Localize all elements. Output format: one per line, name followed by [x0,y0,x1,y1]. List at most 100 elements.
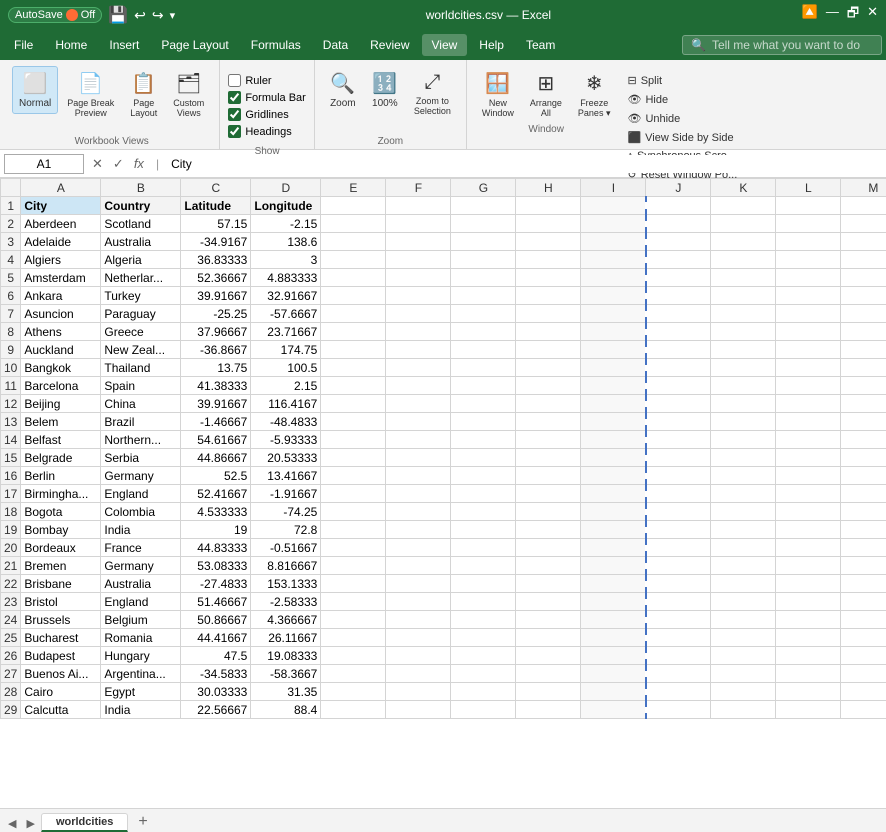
cell-E29[interactable] [321,701,386,719]
cell-J26[interactable] [646,647,711,665]
redo-icon[interactable]: ↪ [152,7,164,24]
cell-E23[interactable] [321,593,386,611]
cell-K18[interactable] [711,503,776,521]
cell-E10[interactable] [321,359,386,377]
cell-F22[interactable] [386,575,451,593]
cell-M16[interactable] [841,467,886,485]
cell-F17[interactable] [386,485,451,503]
cell-I27[interactable] [581,665,646,683]
ribbon-btn-zoom-selection[interactable]: ⤢ Zoom to Selection [407,66,458,121]
cell-G8[interactable] [451,323,516,341]
cell-E24[interactable] [321,611,386,629]
cell-longitude[interactable]: 19.08333 [251,647,321,665]
cell-latitude[interactable]: 44.83333 [181,539,251,557]
formula-input[interactable] [167,155,882,173]
col-header-F[interactable]: F [386,179,451,197]
cell-L3[interactable] [776,233,841,251]
row-number[interactable]: 21 [1,557,21,575]
cell-city[interactable]: Ankara [21,287,101,305]
cell-J20[interactable] [646,539,711,557]
cell-I18[interactable] [581,503,646,521]
row-number[interactable]: 5 [1,269,21,287]
cell-latitude[interactable]: 44.86667 [181,449,251,467]
cell-H2[interactable] [516,215,581,233]
cell-M15[interactable] [841,449,886,467]
cell-M3[interactable] [841,233,886,251]
cell-L6[interactable] [776,287,841,305]
cell-L1[interactable] [776,197,841,215]
cell-L25[interactable] [776,629,841,647]
cell-country[interactable]: Romania [101,629,181,647]
sheet-tab-worldcities[interactable]: worldcities [41,813,128,832]
cell-J16[interactable] [646,467,711,485]
row-number[interactable]: 17 [1,485,21,503]
cell-G24[interactable] [451,611,516,629]
cell-G13[interactable] [451,413,516,431]
cell-K29[interactable] [711,701,776,719]
cell-J27[interactable] [646,665,711,683]
cell-H21[interactable] [516,557,581,575]
cell-latitude[interactable]: -25.25 [181,305,251,323]
search-bar[interactable]: 🔍 [682,35,882,55]
cell-longitude[interactable]: -2.15 [251,215,321,233]
cell-J19[interactable] [646,521,711,539]
cell-M22[interactable] [841,575,886,593]
cell-M18[interactable] [841,503,886,521]
cell-G9[interactable] [451,341,516,359]
cell-I9[interactable] [581,341,646,359]
ribbon-btn-arrange[interactable]: ⊞ Arrange All [523,66,569,123]
cell-L2[interactable] [776,215,841,233]
cell-J14[interactable] [646,431,711,449]
cell-E2[interactable] [321,215,386,233]
cell-F1[interactable] [386,197,451,215]
cell-city[interactable]: Berlin [21,467,101,485]
cell-latitude[interactable]: 54.61667 [181,431,251,449]
cell-country[interactable]: Belgium [101,611,181,629]
cell-M5[interactable] [841,269,886,287]
cell-E14[interactable] [321,431,386,449]
headings-checkbox[interactable] [228,125,241,138]
cell-latitude[interactable]: 52.41667 [181,485,251,503]
cell-country[interactable]: Thailand [101,359,181,377]
cell-I16[interactable] [581,467,646,485]
cell-I1[interactable] [581,197,646,215]
cell-K6[interactable] [711,287,776,305]
cell-H19[interactable] [516,521,581,539]
cell-H1[interactable] [516,197,581,215]
cell-longitude[interactable]: 4.883333 [251,269,321,287]
cell-city[interactable]: City [21,197,101,215]
cell-H23[interactable] [516,593,581,611]
menu-review[interactable]: Review [360,34,419,56]
row-number[interactable]: 7 [1,305,21,323]
undo-icon[interactable]: ↩ [134,7,146,24]
cell-country[interactable]: England [101,485,181,503]
cell-F3[interactable] [386,233,451,251]
cell-H27[interactable] [516,665,581,683]
cell-H20[interactable] [516,539,581,557]
cell-latitude[interactable]: Latitude [181,197,251,215]
ribbon-btn-zoom[interactable]: 🔍 Zoom [323,66,363,114]
cell-F28[interactable] [386,683,451,701]
cell-latitude[interactable]: 50.86667 [181,611,251,629]
row-number[interactable]: 22 [1,575,21,593]
cell-K15[interactable] [711,449,776,467]
cell-M11[interactable] [841,377,886,395]
cell-H12[interactable] [516,395,581,413]
cell-G1[interactable] [451,197,516,215]
cell-longitude[interactable]: 3 [251,251,321,269]
cell-longitude[interactable]: 31.35 [251,683,321,701]
cell-I22[interactable] [581,575,646,593]
row-number[interactable]: 27 [1,665,21,683]
cell-M23[interactable] [841,593,886,611]
cell-latitude[interactable]: 57.15 [181,215,251,233]
cell-K24[interactable] [711,611,776,629]
cell-country[interactable]: Paraguay [101,305,181,323]
cell-G12[interactable] [451,395,516,413]
cell-J24[interactable] [646,611,711,629]
col-header-K[interactable]: K [711,179,776,197]
cell-K2[interactable] [711,215,776,233]
cell-M9[interactable] [841,341,886,359]
cell-J29[interactable] [646,701,711,719]
cell-country[interactable]: Hungary [101,647,181,665]
cell-K23[interactable] [711,593,776,611]
